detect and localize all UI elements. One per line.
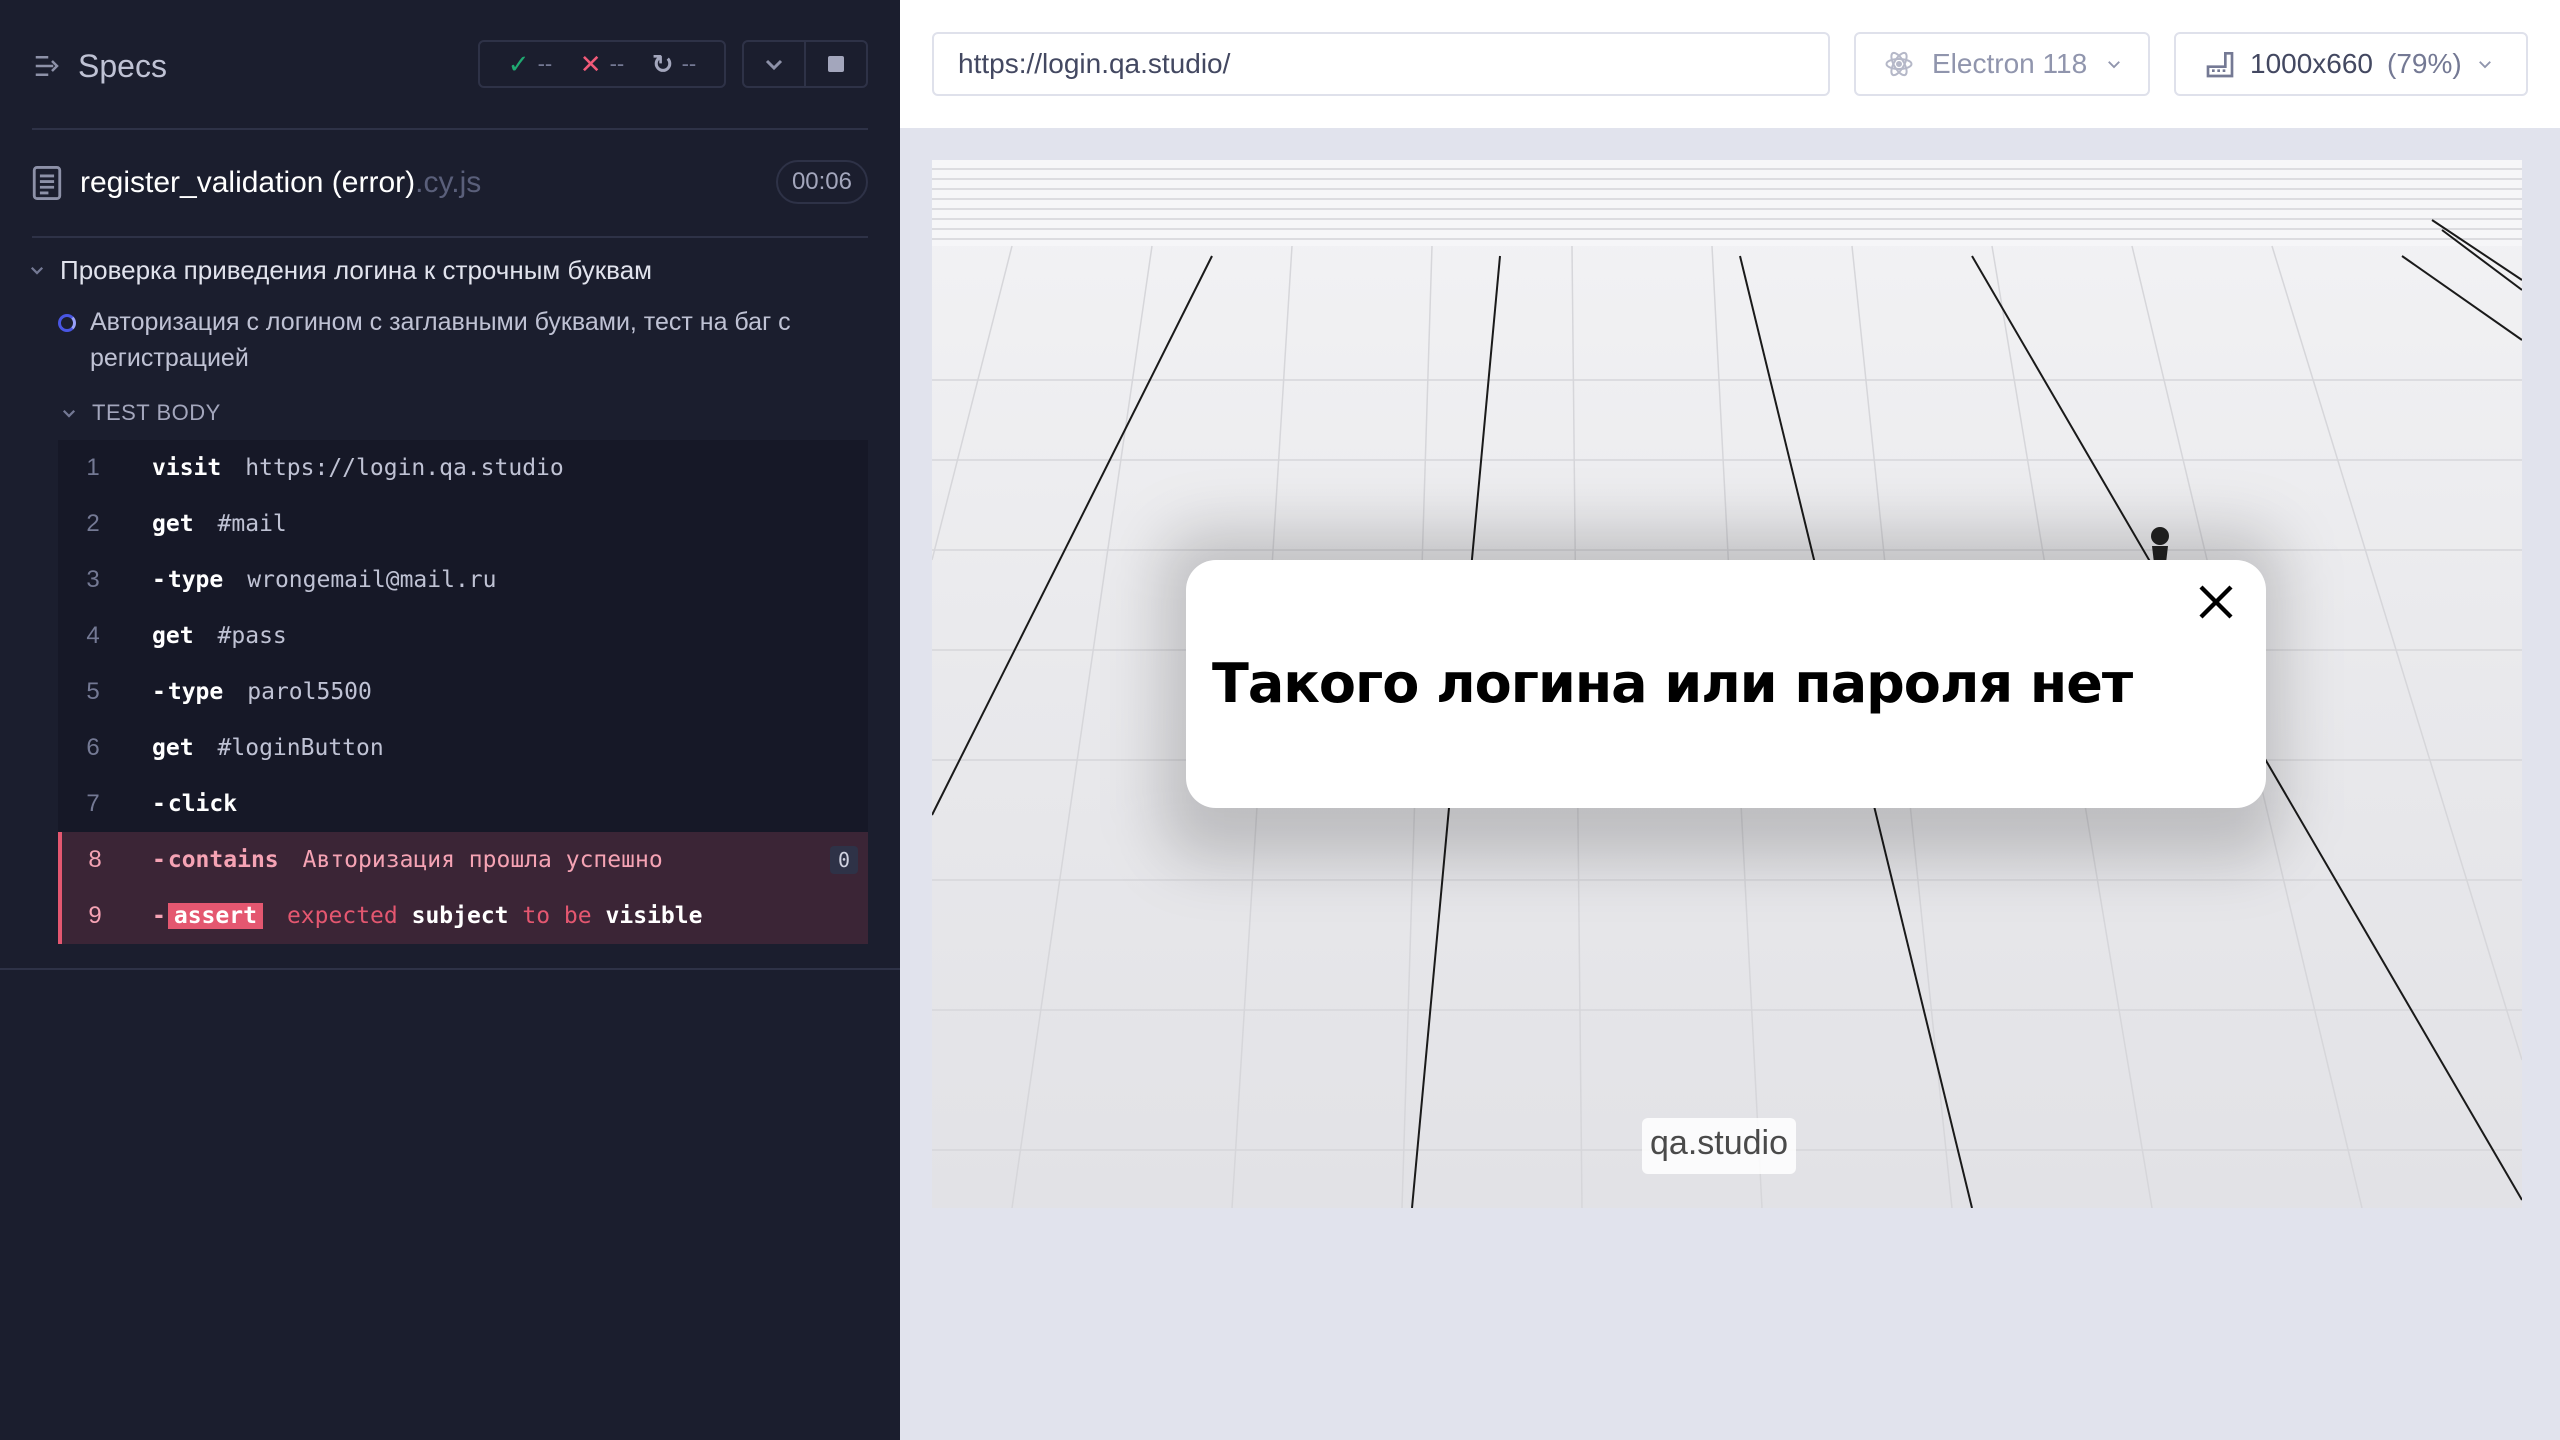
divider [0,968,900,970]
brand-label: qa.studio [1642,1118,1796,1174]
command-message: Авторизация прошла успешно [302,847,663,873]
command-row[interactable]: 3 type wrongemail@mail.ru [58,552,868,608]
close-icon[interactable] [2196,582,2236,622]
viewport-icon [2206,52,2234,78]
spec-extension: .cy.js [415,166,482,199]
test-body-label: TEST BODY [92,400,221,425]
stop-icon [828,56,844,72]
command-name: get [152,623,194,649]
command-name: click [152,791,237,817]
command-row[interactable]: 2 get #mail [58,496,868,552]
spec-title-row: register_validation (error) .cy.js 00:06 [32,158,868,208]
chevron-down-icon [62,409,76,418]
failed-stat: ✕ -- [580,49,624,80]
spinner-icon: ↻ [651,48,674,79]
command-message: #pass [217,623,287,649]
spec-duration: 00:06 [775,160,868,204]
test-body-toggle[interactable]: TEST BODY [60,400,221,426]
command-name: get [152,735,194,761]
command-row-failed[interactable]: 9 assert expected subject to be visible [58,888,868,944]
test-title-label: Авторизация с логином с заглавными буква… [90,308,791,372]
assert-tag: assert [167,903,263,929]
url-text: https://login.qa.studio/ [958,48,1231,79]
aut-header: https://login.qa.studio/ Electron 118 10… [900,0,2560,128]
file-icon [32,166,62,200]
specs-button[interactable]: Specs [32,44,167,88]
passed-count: -- [537,51,553,76]
passed-stat: ✓ -- [508,49,552,80]
command-message: https://login.qa.studio [245,455,564,481]
viewport-selector[interactable]: 1000x660 (79%) [2174,32,2528,96]
stop-button[interactable] [804,42,866,86]
collapse-button[interactable] [744,42,804,86]
run-controls [742,40,868,88]
command-message: wrongemail@mail.ru [247,567,497,593]
reporter-header: Specs ✓ -- ✕ -- ↻ -- [0,0,900,130]
command-row[interactable]: 5 type parol5500 [58,664,868,720]
pending-stat: ↻ -- [652,49,696,80]
command-name: type [152,679,223,705]
command-row[interactable]: 1 visit https://login.qa.studio [58,440,868,496]
command-number: 5 [86,678,100,705]
command-message: parol5500 [247,679,372,705]
command-message: #loginButton [217,735,384,761]
test-title[interactable]: Авторизация с логином с заглавными буква… [58,304,858,376]
app-under-test-frame: Такого логина или пароля нет qa.studio [932,160,2522,1208]
element-count-badge: 0 [829,846,858,874]
command-number: 3 [86,566,100,593]
assert-word: visible [605,903,703,929]
pending-count: -- [681,51,697,76]
command-log: 1 visit https://login.qa.studio 2 get #m… [58,440,868,944]
browser-name: Electron 118 [1932,48,2088,79]
chevron-down-icon [765,59,783,71]
divider [32,236,868,238]
command-message: #mail [217,511,287,537]
command-number: 1 [86,454,100,481]
failed-count: -- [609,51,625,76]
electron-icon [1885,51,1913,77]
browser-selector[interactable]: Electron 118 [1854,32,2150,96]
command-name: get [152,511,194,537]
check-icon: ✓ [507,48,530,79]
running-spinner-icon [58,314,76,332]
suite-title[interactable]: Проверка приведения логина к строчным бу… [28,250,868,290]
command-name: type [152,567,223,593]
chevron-down-icon [2478,61,2491,69]
error-modal: Такого логина или пароля нет [1186,560,2266,808]
command-row[interactable]: 4 get #pass [58,608,868,664]
url-bar[interactable]: https://login.qa.studio/ [932,32,1830,96]
command-number: 4 [86,622,100,649]
specs-label: Specs [78,47,167,84]
x-icon: ✕ [579,48,602,79]
chevron-down-icon [30,266,44,275]
assert-word: subject [411,903,509,929]
command-name: contains [152,847,279,873]
command-number: 8 [88,846,102,873]
command-name: assert [152,903,263,929]
command-number: 9 [88,902,102,929]
command-number: 7 [86,790,100,817]
suite-title-label: Проверка приведения логина к строчным бу… [60,254,653,285]
specs-icon [35,56,59,76]
reporter-panel: Specs ✓ -- ✕ -- ↻ -- register_validation… [0,0,900,1440]
divider [32,128,868,130]
error-message: Такого логина или пароля нет [1212,652,2133,715]
command-row-failed[interactable]: 8 contains Авторизация прошла успешно 0 [58,832,868,888]
assert-word: expected [286,903,398,929]
command-number: 6 [86,734,100,761]
test-stats: ✓ -- ✕ -- ↻ -- [478,40,726,88]
viewport-size: 1000x660 [2250,48,2374,79]
viewport-scale: (79%) [2387,48,2462,79]
command-number: 2 [86,510,100,537]
command-message: expected subject to be visible [287,903,702,929]
command-row[interactable]: 7 click [58,776,868,832]
spec-name: register_validation (error) [80,166,416,199]
assert-word: to be [522,903,592,929]
command-row[interactable]: 6 get #loginButton [58,720,868,776]
chevron-down-icon [2108,61,2121,69]
command-name: visit [152,455,222,481]
